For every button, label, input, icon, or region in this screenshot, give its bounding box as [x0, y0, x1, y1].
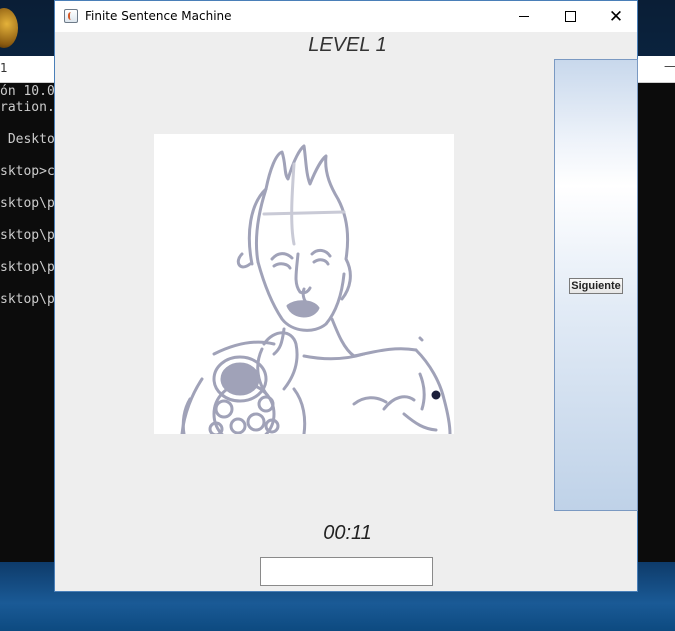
- java-cup-icon: [64, 9, 78, 23]
- minimize-icon: [519, 16, 529, 17]
- sketch-image: [154, 134, 454, 434]
- console-line: sktop\p: [0, 292, 55, 307]
- console-line: sktop\p: [0, 260, 55, 275]
- console-line: sktop\p: [0, 228, 55, 243]
- maximize-button[interactable]: [547, 1, 593, 32]
- console-line: Deskto: [0, 132, 55, 147]
- answer-input[interactable]: [260, 557, 433, 586]
- close-icon: ✕: [608, 6, 624, 27]
- maximize-icon: [564, 11, 576, 22]
- window-title: Finite Sentence Machine: [85, 9, 232, 23]
- next-button-panel: Siguiente: [554, 59, 638, 511]
- timer-label: 00:11: [323, 522, 372, 544]
- minimize-button[interactable]: [501, 1, 547, 32]
- console-line: ration.: [0, 100, 55, 115]
- console-line: ón 10.0: [0, 84, 55, 99]
- next-button[interactable]: Siguiente: [569, 278, 623, 294]
- console-line: sktop>c: [0, 164, 55, 179]
- close-button[interactable]: ✕: [593, 1, 639, 32]
- console-output: ón 10.0 ration. Deskto sktop>c sktop\p sk…: [0, 84, 55, 308]
- window-titlebar[interactable]: Finite Sentence Machine ✕: [55, 1, 637, 32]
- level-label: LEVEL 1: [308, 34, 387, 56]
- console-line: sktop\p: [0, 196, 55, 211]
- app-window: Finite Sentence Machine ✕ LEVEL 1 Siguie…: [54, 0, 638, 592]
- console-title: 1: [0, 61, 8, 75]
- console-minimize-icon[interactable]: —: [664, 59, 675, 73]
